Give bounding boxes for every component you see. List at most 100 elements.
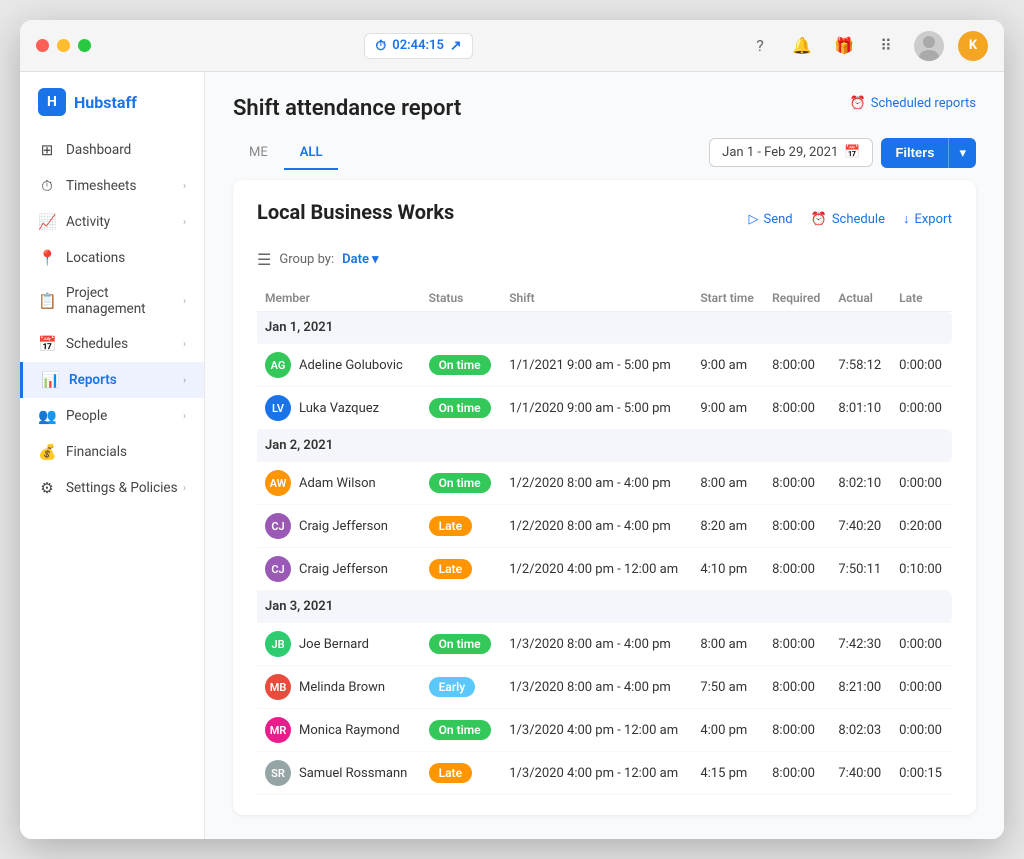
gift-icon[interactable]: 🎁: [830, 32, 858, 60]
sidebar-item-dashboard[interactable]: ⊞ Dashboard: [20, 132, 204, 168]
chevron-down-icon: ▾: [372, 252, 379, 267]
col-header-start-time: Start time: [692, 285, 764, 312]
actual-cell: 7:50:11: [830, 548, 891, 591]
date-group-row: Jan 1, 2021: [257, 312, 952, 344]
sidebar-item-timesheets[interactable]: ⏱ Timesheets ›: [20, 168, 204, 204]
sidebar-item-settings[interactable]: ⚙ Settings & Policies ›: [20, 470, 204, 506]
nav-label-dashboard: Dashboard: [66, 142, 131, 158]
user-initial-badge[interactable]: K: [958, 31, 988, 61]
report-controls: Jan 1 - Feb 29, 2021 📅 Filters ▾: [709, 138, 976, 168]
titlebar: ⏱ 02:44:15 ↗ ? 🔔 🎁 ⠿ K: [20, 20, 1004, 72]
sidebar-item-activity[interactable]: 📈 Activity ›: [20, 204, 204, 240]
start_time-cell: 4:15 pm: [692, 752, 764, 795]
tab-me[interactable]: ME: [233, 137, 284, 170]
nav-label-project-management: Project management: [66, 285, 183, 317]
sidebar-item-people[interactable]: 👥 People ›: [20, 398, 204, 434]
sidebar-item-locations[interactable]: 📍 Locations: [20, 240, 204, 276]
calendar-icon: 📅: [844, 145, 860, 160]
status-cell: Early: [421, 666, 502, 709]
member-cell: MB Melinda Brown: [257, 666, 421, 709]
tab-bar: MEALL: [233, 137, 338, 168]
table-row: CJ Craig Jefferson Late1/2/2020 4:00 pm …: [257, 548, 952, 591]
timer-expand-icon[interactable]: ↗: [450, 38, 462, 54]
action-send[interactable]: ▷Send: [749, 212, 793, 227]
report-table: MemberStatusShiftStart timeRequiredActua…: [257, 285, 952, 795]
member-info: AG Adeline Golubovic: [265, 352, 413, 378]
status-badge: On time: [429, 398, 491, 418]
grid-icon[interactable]: ⠿: [872, 32, 900, 60]
action-schedule[interactable]: ⏰Schedule: [811, 212, 885, 227]
shift-cell: 1/2/2020 8:00 am - 4:00 pm: [501, 505, 692, 548]
date-group-label: Jan 2, 2021: [257, 430, 952, 462]
table-body: Jan 1, 2021 AG Adeline Golubovic On time…: [257, 312, 952, 795]
chevron-icon-timesheets: ›: [183, 181, 186, 192]
nav-icon-schedules: 📅: [38, 335, 56, 353]
late-cell: 0:00:00: [891, 462, 952, 505]
scheduled-reports-link[interactable]: ⏰ Scheduled reports: [850, 96, 976, 111]
required-cell: 8:00:00: [764, 666, 830, 709]
member-cell: CJ Craig Jefferson: [257, 548, 421, 591]
member-avatar: MR: [265, 717, 291, 743]
date-group-row: Jan 3, 2021: [257, 591, 952, 623]
actual-cell: 8:21:00: [830, 666, 891, 709]
member-info: JB Joe Bernard: [265, 631, 413, 657]
scheduled-reports-label: Scheduled reports: [871, 96, 976, 111]
nav-label-activity: Activity: [66, 214, 110, 230]
required-cell: 8:00:00: [764, 505, 830, 548]
start_time-cell: 7:50 am: [692, 666, 764, 709]
start_time-cell: 8:00 am: [692, 462, 764, 505]
status-cell: On time: [421, 623, 502, 666]
status-badge: Late: [429, 516, 472, 536]
status-cell: On time: [421, 709, 502, 752]
col-header-status: Status: [421, 285, 502, 312]
status-cell: On time: [421, 462, 502, 505]
close-button[interactable]: [36, 39, 49, 52]
status-badge: On time: [429, 720, 491, 740]
sidebar-item-reports[interactable]: 📊 Reports ›: [20, 362, 204, 398]
shift-cell: 1/2/2020 8:00 am - 4:00 pm: [501, 462, 692, 505]
group-by-text: Group by:: [279, 252, 334, 267]
maximize-button[interactable]: [78, 39, 91, 52]
date-range-picker[interactable]: Jan 1 - Feb 29, 2021 📅: [709, 138, 873, 167]
action-export[interactable]: ↓Export: [903, 211, 952, 227]
late-cell: 0:00:00: [891, 666, 952, 709]
member-name: Joe Bernard: [299, 637, 369, 652]
shift-cell: 1/1/2020 9:00 am - 5:00 pm: [501, 387, 692, 430]
date-group-label: Jan 1, 2021: [257, 312, 952, 344]
status-cell: On time: [421, 387, 502, 430]
nav-item-left: ⊞ Dashboard: [38, 141, 131, 159]
traffic-lights: [36, 39, 91, 52]
required-cell: 8:00:00: [764, 387, 830, 430]
page-header: Shift attendance report ⏰ Scheduled repo…: [233, 96, 976, 121]
member-name: Monica Raymond: [299, 723, 400, 738]
profile-avatar[interactable]: [914, 31, 944, 61]
notification-icon[interactable]: 🔔: [788, 32, 816, 60]
nav-icon-project-management: 📋: [38, 292, 56, 310]
member-avatar: JB: [265, 631, 291, 657]
nav-label-people: People: [66, 408, 107, 424]
table-row: MB Melinda Brown Early1/3/2020 8:00 am -…: [257, 666, 952, 709]
tab-all[interactable]: ALL: [284, 137, 339, 170]
sidebar-item-schedules[interactable]: 📅 Schedules ›: [20, 326, 204, 362]
help-icon[interactable]: ?: [746, 32, 774, 60]
shift-cell: 1/1/2021 9:00 am - 5:00 pm: [501, 344, 692, 387]
member-avatar: AW: [265, 470, 291, 496]
group-by-value[interactable]: Date ▾: [342, 252, 378, 267]
member-cell: AG Adeline Golubovic: [257, 344, 421, 387]
sidebar-item-financials[interactable]: 💰 Financials: [20, 434, 204, 470]
member-avatar: CJ: [265, 556, 291, 582]
sidebar-item-project-management[interactable]: 📋 Project management ›: [20, 276, 204, 326]
member-info: CJ Craig Jefferson: [265, 513, 413, 539]
start_time-cell: 4:00 pm: [692, 709, 764, 752]
nav-icon-settings: ⚙: [38, 479, 56, 497]
table-row: AG Adeline Golubovic On time1/1/2021 9:0…: [257, 344, 952, 387]
filters-dropdown-button[interactable]: ▾: [948, 138, 976, 168]
nav-item-left: 💰 Financials: [38, 443, 127, 461]
member-info: LV Luka Vazquez: [265, 395, 413, 421]
filters-button[interactable]: Filters: [881, 138, 948, 168]
required-cell: 8:00:00: [764, 462, 830, 505]
timer-badge[interactable]: ⏱ 02:44:15 ↗: [364, 33, 472, 59]
minimize-button[interactable]: [57, 39, 70, 52]
table-row: MR Monica Raymond On time1/3/2020 4:00 p…: [257, 709, 952, 752]
nav-icon-timesheets: ⏱: [38, 177, 56, 195]
